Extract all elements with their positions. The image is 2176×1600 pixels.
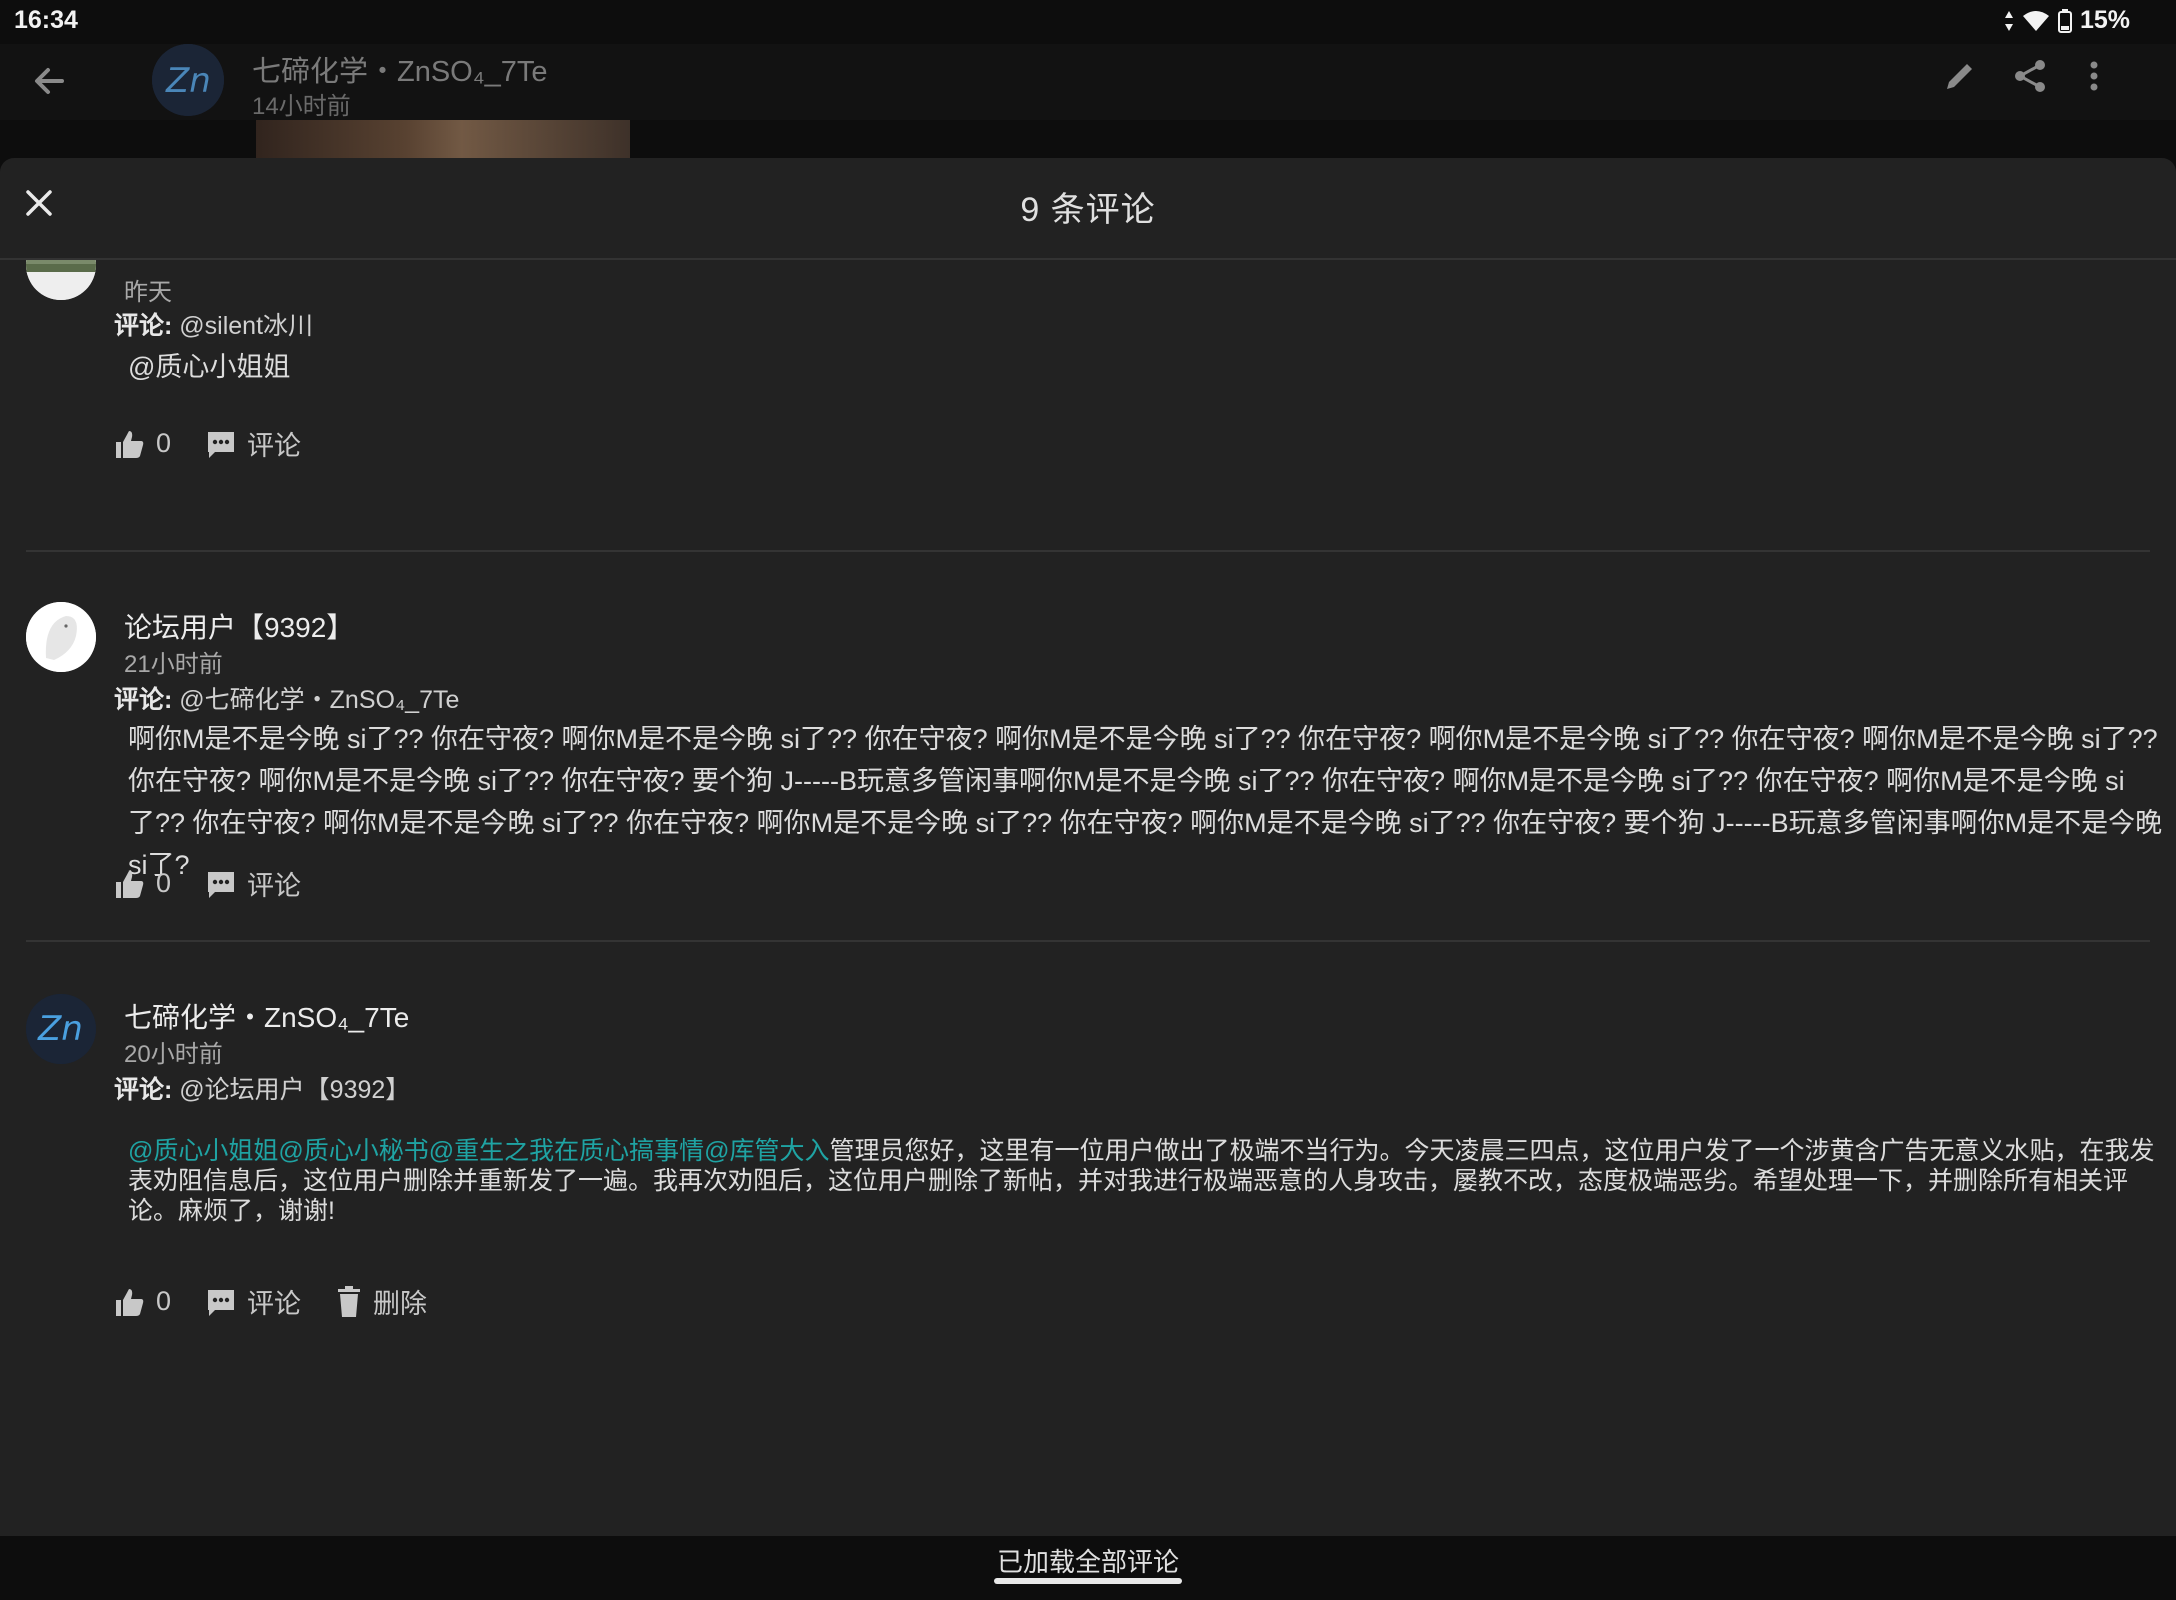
comments-sheet: 9 条评论 昨天 评论: @silent冰川 @质心小姐姐 0 评论 论坛用户【… <box>0 158 2176 1536</box>
comment-bubble-icon <box>208 1289 235 1316</box>
comment-bubble-icon <box>208 871 235 898</box>
reply-label-text: 评论 <box>247 1289 302 1319</box>
comment-count-title: 9 条评论 <box>1020 191 1156 229</box>
mention-links[interactable]: @质心小姐姐@质心小秘书@重生之我在质心搞事情@库管大入 <box>128 1137 830 1165</box>
comment-time: 20小时前 <box>124 1041 223 1068</box>
reply-to-user[interactable]: @silent冰川 <box>179 312 313 340</box>
like-count: 0 <box>156 1286 172 1316</box>
edit-pencil-icon[interactable] <box>1942 58 1978 94</box>
battery-icon <box>2057 8 2072 33</box>
reply-label: 评论: <box>114 1076 173 1104</box>
author-avatar[interactable]: Zn <box>152 44 224 116</box>
reply-label-text: 评论 <box>247 871 302 901</box>
thumbs-up-icon <box>116 1288 144 1316</box>
status-time: 16:34 <box>14 6 78 34</box>
comment-body: @质心小姐姐 <box>128 352 291 382</box>
delete-button[interactable]: 删除 <box>335 1282 427 1321</box>
reply-target: 评论: @论坛用户【9392】 <box>114 1070 410 1106</box>
gesture-handle[interactable] <box>994 1578 1182 1584</box>
zn-logo-icon: Zn <box>26 994 96 1064</box>
zn-logo-icon: Zn <box>152 44 224 116</box>
thumbs-up-icon <box>116 430 144 458</box>
svg-text:Zn: Zn <box>37 1009 83 1049</box>
reply-target: 评论: @七碲化学・ZnSO₄_7Te <box>114 680 459 716</box>
commenter-name[interactable]: 七碲化学・ZnSO₄_7Te <box>124 996 409 1036</box>
sheet-header: 9 条评论 <box>0 158 2176 260</box>
app-bar-actions <box>1942 58 2106 94</box>
more-options-icon[interactable] <box>2082 58 2106 94</box>
comment-actions: 0 评论 <box>114 864 335 903</box>
comment-actions: 0 评论 <box>114 424 335 463</box>
back-arrow-icon[interactable] <box>28 60 70 102</box>
landscape-avatar-icon <box>26 260 96 300</box>
reply-label: 评论: <box>114 312 173 340</box>
system-icons: 15% <box>2004 6 2130 35</box>
comment-bubble-icon <box>208 431 235 458</box>
post-author-name: 七碲化学・ZnSO₄_7Te <box>252 56 548 88</box>
bottom-bar: 已加载全部评论 <box>0 1536 2176 1600</box>
reply-button[interactable]: 评论 <box>205 864 301 903</box>
comment-body: @质心小姐姐@质心小秘书@重生之我在质心搞事情@库管大入管理员您好，这里有一位用… <box>128 1136 2168 1226</box>
battery-percent: 15% <box>2079 6 2130 34</box>
delete-label: 删除 <box>373 1289 428 1319</box>
comment-item: Zn 七碲化学・ZnSO₄_7Te 20小时前 评论: @论坛用户【9392】 … <box>26 942 2155 1362</box>
reply-to-user[interactable]: @七碲化学・ZnSO₄_7Te <box>179 686 459 714</box>
post-image-peek <box>256 120 630 158</box>
commenter-name[interactable]: 论坛用户【9392】 <box>124 606 354 646</box>
comment-time: 21小时前 <box>124 651 223 678</box>
comment-time: 昨天 <box>124 279 172 306</box>
reply-label-text: 评论 <box>247 431 302 461</box>
commenter-avatar[interactable] <box>26 260 96 300</box>
app-bar: Zn 七碲化学・ZnSO₄_7Te 14小时前 <box>0 44 2176 120</box>
commenter-avatar[interactable]: Zn <box>26 994 96 1064</box>
svg-text:Zn: Zn <box>165 61 211 101</box>
signal-arrows-icon <box>2004 10 2013 31</box>
ghost-avatar-icon <box>26 602 96 672</box>
commenter-avatar[interactable] <box>26 602 96 672</box>
comment-actions: 0 评论 删除 <box>114 1282 461 1321</box>
like-button[interactable]: 0 <box>114 1286 171 1318</box>
share-icon[interactable] <box>2012 58 2048 94</box>
wifi-icon <box>2022 10 2049 31</box>
reply-button[interactable]: 评论 <box>205 424 301 463</box>
reply-button[interactable]: 评论 <box>205 1282 301 1321</box>
comment-body: 啊你M是不是今晚 si了?? 你在守夜? 啊你M是不是今晚 si了?? 你在守夜… <box>128 724 2163 880</box>
like-count: 0 <box>156 868 172 898</box>
reply-label: 评论: <box>114 686 173 714</box>
all-loaded-text: 已加载全部评论 <box>996 1547 1179 1577</box>
reply-target: 评论: @silent冰川 <box>114 306 313 342</box>
like-button[interactable]: 0 <box>114 428 171 460</box>
comment-item: 论坛用户【9392】 21小时前 评论: @七碲化学・ZnSO₄_7Te 啊你M… <box>26 552 2162 942</box>
status-bar: 16:34 15% <box>0 0 2176 44</box>
like-count: 0 <box>156 428 172 458</box>
post-time: 14小时前 <box>252 93 351 120</box>
reply-to-user[interactable]: @论坛用户【9392】 <box>179 1076 410 1104</box>
thumbs-up-icon <box>116 870 144 898</box>
trash-icon <box>338 1285 361 1317</box>
comment-item: 昨天 评论: @silent冰川 @质心小姐姐 0 评论 <box>26 260 2150 552</box>
comment-list[interactable]: 昨天 评论: @silent冰川 @质心小姐姐 0 评论 论坛用户【9392】 … <box>0 260 2176 1536</box>
like-button[interactable]: 0 <box>114 868 171 900</box>
